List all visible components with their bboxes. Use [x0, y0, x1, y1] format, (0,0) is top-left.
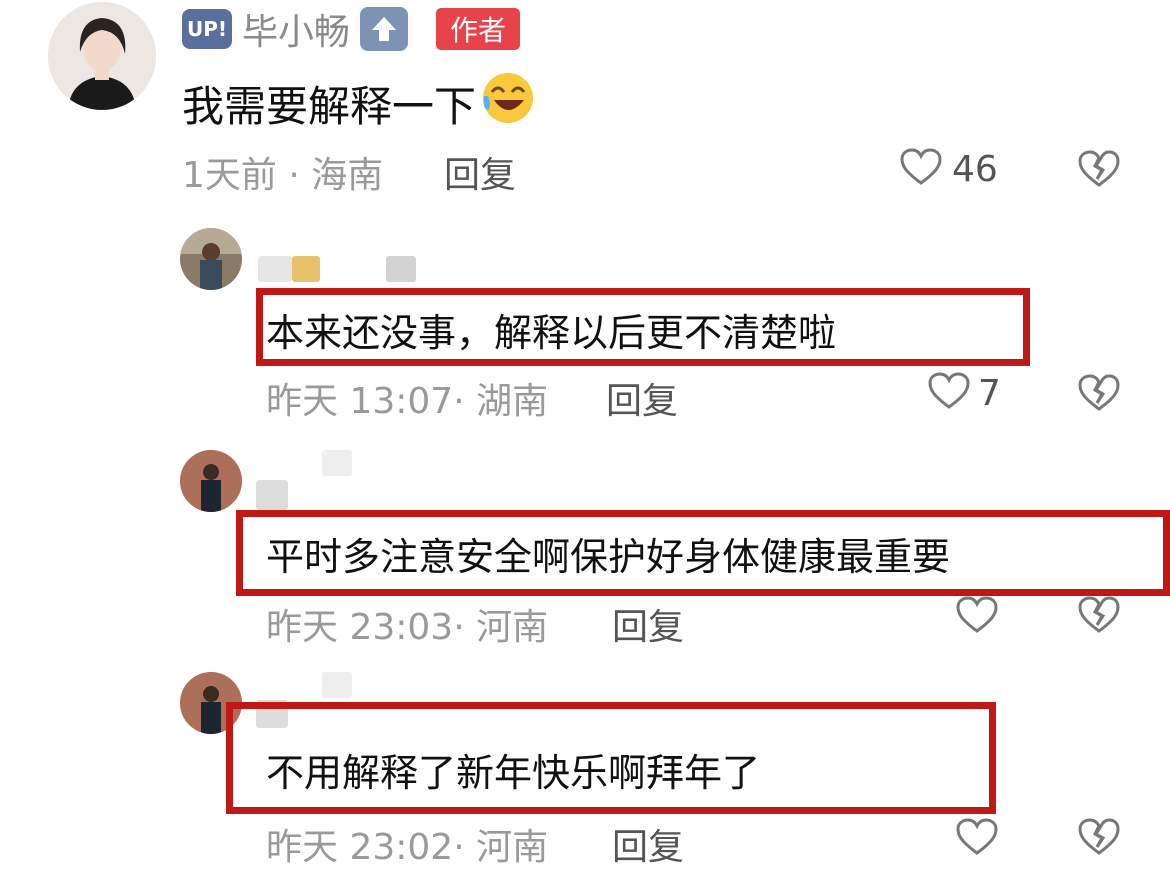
author-username[interactable]: 毕小畅 — [242, 3, 350, 55]
up-badge: UP! — [182, 9, 232, 49]
reply-1-like-button[interactable]: 7 — [928, 372, 1001, 414]
reply-3-dislike-button[interactable] — [1078, 818, 1120, 860]
main-comment-body: 我需要解释一下 — [182, 81, 477, 131]
broken-heart-icon — [1078, 374, 1120, 416]
reply-2-meta: 昨天 23:03· 河南 — [266, 607, 549, 648]
reply-2-text: 平时多注意安全啊保护好身体健康最重要 — [266, 535, 951, 579]
heart-outline-icon — [956, 596, 998, 638]
masked-username — [258, 256, 292, 282]
masked-username — [322, 450, 352, 476]
masked-username — [322, 672, 352, 698]
masked-username — [292, 256, 320, 282]
main-dislike-button[interactable] — [1078, 150, 1120, 192]
laughing-crying-emoji-icon — [480, 70, 536, 136]
reply-1-meta: 昨天 13:07· 湖南 — [266, 381, 549, 422]
reply-3-like-button[interactable] — [956, 818, 1006, 860]
main-comment-text: 我需要解释一下 — [182, 70, 536, 136]
broken-heart-icon — [1078, 818, 1120, 860]
heart-outline-icon — [928, 372, 970, 414]
up-arrow-icon — [360, 7, 409, 51]
reply-1-text: 本来还没事，解释以后更不清楚啦 — [266, 311, 837, 355]
main-comment-meta: 1天前 · 海南 — [182, 155, 384, 196]
masked-username — [256, 480, 288, 510]
heart-outline-icon — [900, 148, 942, 190]
main-like-count: 46 — [952, 148, 998, 190]
broken-heart-icon — [1078, 150, 1120, 192]
masked-username — [386, 256, 416, 282]
reply-2-like-button[interactable] — [956, 596, 1006, 638]
heart-outline-icon — [956, 818, 998, 860]
reply-3-meta: 昨天 23:02· 河南 — [266, 827, 549, 868]
reply-2-reply-button[interactable]: 回复 — [612, 598, 684, 650]
author-badge: 作者 — [436, 8, 521, 50]
reply-avatar[interactable] — [180, 228, 242, 290]
reply-3-reply-button[interactable]: 回复 — [612, 818, 684, 870]
reply-1-reply-button[interactable]: 回复 — [606, 372, 678, 424]
author-avatar[interactable] — [48, 2, 156, 110]
reply-2-dislike-button[interactable] — [1078, 596, 1120, 638]
author-header: UP! 毕小畅 作者 — [182, 3, 521, 55]
reply-1-like-count: 7 — [978, 372, 1001, 414]
reply-avatar[interactable] — [180, 450, 242, 512]
main-like-button[interactable]: 46 — [900, 148, 998, 190]
reply-3-text: 不用解释了新年快乐啊拜年了 — [266, 751, 761, 795]
main-reply-button[interactable]: 回复 — [444, 146, 516, 198]
reply-1-dislike-button[interactable] — [1078, 374, 1120, 416]
broken-heart-icon — [1078, 596, 1120, 638]
